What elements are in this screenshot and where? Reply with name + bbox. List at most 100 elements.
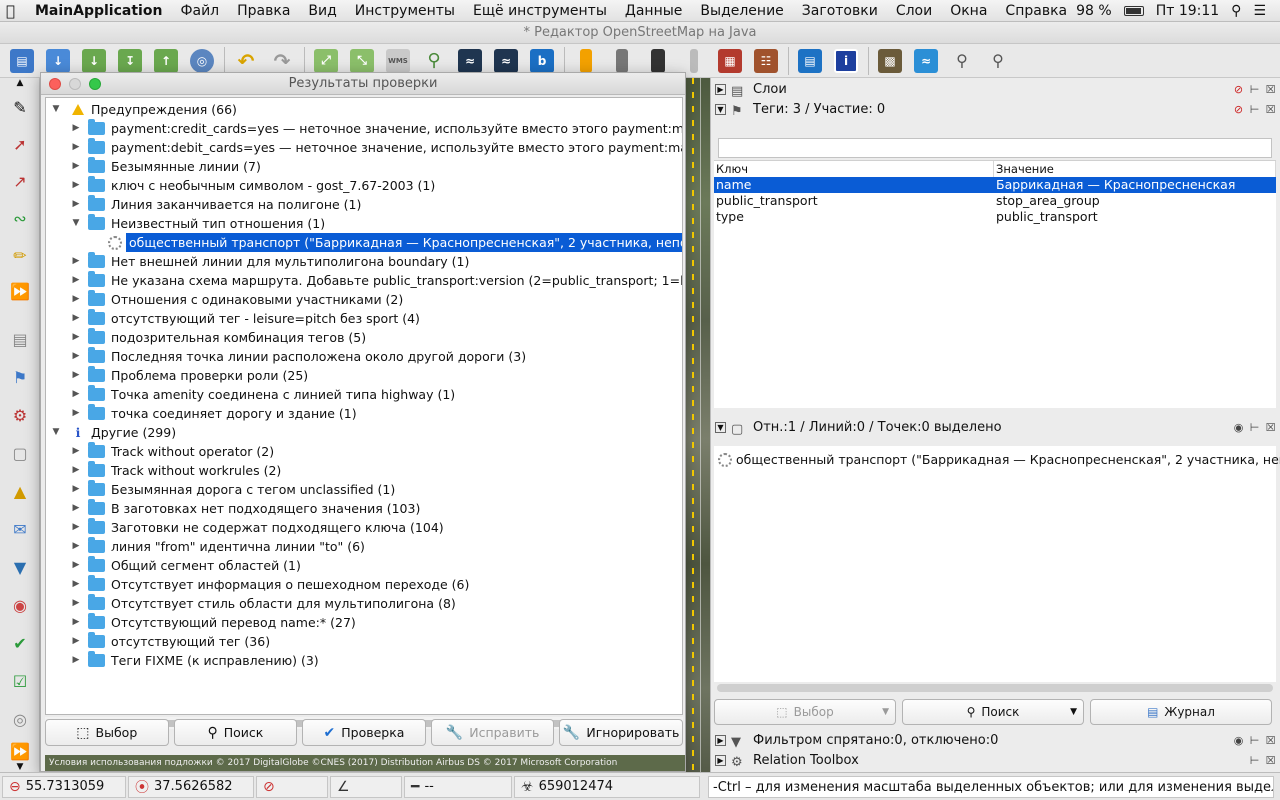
save-button[interactable]: ↓ xyxy=(42,46,74,76)
tree-item[interactable]: ▶ Нет внешней линии для мультиполигона bo… xyxy=(70,252,469,271)
zoom-to-data-button[interactable]: ⤢ xyxy=(310,46,342,76)
expand-icon[interactable]: ▶ xyxy=(70,404,82,423)
more-tools-icon[interactable]: ⏩ xyxy=(7,278,33,304)
checklist-toggle-icon[interactable]: ☑ xyxy=(7,668,33,694)
clock[interactable]: Пт 19:11 xyxy=(1156,3,1219,19)
menu-file[interactable]: Файл xyxy=(171,3,228,19)
expand-icon[interactable]: ▶ xyxy=(70,575,82,594)
pin-icon[interactable]: ⊢ xyxy=(1248,100,1261,120)
tags-toggle-icon[interactable]: ⚑ xyxy=(7,364,33,390)
filter-panel-title[interactable]: ▶ ▼ Фильтром спрятано:0, отключено:0 ◉ ⊢ ☒ xyxy=(711,731,1280,751)
tree-item-selected[interactable]: общественный транспорт ("Баррикадная — К… xyxy=(108,233,682,252)
preset-track-button[interactable] xyxy=(606,46,638,76)
select-button[interactable]: ⬚ Выбор xyxy=(45,719,169,746)
minimize-window-button[interactable] xyxy=(69,78,81,90)
layers-panel-title[interactable]: ▶ ▤ Слои ⊘ ⊢ ☒ xyxy=(711,80,1280,100)
search-button[interactable]: ⚲ xyxy=(418,46,450,76)
select-button[interactable]: ⬚ Выбор ▼ xyxy=(714,699,896,725)
disable-icon[interactable]: ⊘ xyxy=(1232,100,1245,120)
imagery-attribution[interactable]: Условия использования подложки © 2017 Di… xyxy=(45,755,685,771)
expand-icon[interactable]: ▶ xyxy=(70,442,82,461)
eye-icon[interactable]: ◉ xyxy=(1232,731,1245,751)
select-tool-icon[interactable]: ✎ xyxy=(7,94,33,120)
menu-presets[interactable]: Заготовки xyxy=(793,3,887,19)
fix-button[interactable]: 🔧 Исправить xyxy=(430,719,555,746)
tree-item[interactable]: ▶ отсутствующий тег - leisure=pitch без s… xyxy=(70,309,420,328)
improve-way-icon[interactable]: ↗ xyxy=(7,168,33,194)
battery-icon[interactable] xyxy=(1123,5,1144,16)
tree-item[interactable]: ▶ Безымянная дорога с тегом unclassified … xyxy=(70,480,395,499)
table-row[interactable]: name Баррикадная — Краснопресненская xyxy=(714,177,1276,193)
expand-icon[interactable]: ▶ xyxy=(70,290,82,309)
expand-icon[interactable]: ▶ xyxy=(70,499,82,518)
collapse-icon[interactable]: ▼ xyxy=(50,100,62,119)
table-row[interactable]: type public_transport xyxy=(714,209,1276,225)
tree-item[interactable]: ▼ Неизвестный тип отношения (1) xyxy=(70,214,325,233)
ignore-button[interactable]: 🔧 Игнорировать xyxy=(559,719,683,746)
tree-item[interactable]: ▶ Линия заканчивается на полигоне (1) xyxy=(70,195,361,214)
expand-icon[interactable]: ▶ xyxy=(715,755,726,766)
tree-item[interactable]: ▶ отсутствующий тег (36) xyxy=(70,632,270,651)
expand-icon[interactable]: ▶ xyxy=(70,537,82,556)
expand-icon[interactable]: ▶ xyxy=(715,84,726,95)
apple-icon[interactable]:  xyxy=(0,2,21,20)
dropdown-arrow-icon[interactable]: ▼ xyxy=(1070,707,1077,717)
preset-wall-button[interactable]: ▦ xyxy=(714,46,746,76)
tree-item[interactable]: ▶ Теги FIXME (к исправлению) (3) xyxy=(70,651,319,670)
preset-info-button[interactable]: i xyxy=(830,46,862,76)
validator-toggle-icon[interactable]: ✔ xyxy=(7,630,33,656)
notification-center-icon[interactable]: ☰ xyxy=(1253,3,1266,19)
expand-icon[interactable]: ▶ xyxy=(70,594,82,613)
close-window-button[interactable] xyxy=(49,78,61,90)
expand-icon[interactable]: ▶ xyxy=(70,556,82,575)
pin-icon[interactable]: ⊢ xyxy=(1248,731,1261,751)
map-paint-toggle-icon[interactable]: ◉ xyxy=(7,592,33,618)
dialog-title-bar[interactable]: Результаты проверки xyxy=(41,73,685,95)
relations-toggle-icon[interactable]: ⚙ xyxy=(7,402,33,428)
tree-item[interactable]: ▶ ключ с необычным символом - gost_7.67-2… xyxy=(70,176,435,195)
zoom-window-button[interactable] xyxy=(89,78,101,90)
expand-icon[interactable]: ▶ xyxy=(70,119,82,138)
collapse-icon[interactable]: ▼ xyxy=(70,214,82,233)
tree-item[interactable]: ▶ Безымянные линии (7) xyxy=(70,157,261,176)
expand-icon[interactable]: ▶ xyxy=(70,480,82,499)
relation-toolbox-title[interactable]: ▶ ⚙ Relation Toolbox ⊢ ☒ xyxy=(711,751,1280,771)
list-item[interactable]: общественный транспорт ("Баррикадная — К… xyxy=(718,450,1280,469)
messages-toggle-icon[interactable]: ✉ xyxy=(7,516,33,542)
expand-icon[interactable]: ▶ xyxy=(70,347,82,366)
preset-water-button[interactable]: ≈ xyxy=(910,46,942,76)
more-panels-icon[interactable]: ⏩ xyxy=(7,738,33,764)
pin-icon[interactable]: ⊢ xyxy=(1248,80,1261,100)
tree-item[interactable]: ▶ payment:debit_cards=yes — неточное знач… xyxy=(70,138,682,157)
close-icon[interactable]: ☒ xyxy=(1264,80,1277,100)
menu-data[interactable]: Данные xyxy=(616,3,692,19)
expand-icon[interactable]: ▶ xyxy=(70,461,82,480)
expand-icon[interactable]: ▶ xyxy=(70,252,82,271)
menu-more-tools[interactable]: Ещё инструменты xyxy=(464,3,616,19)
scroll-up-icon[interactable]: ▲ xyxy=(7,78,33,88)
expand-icon[interactable]: ▶ xyxy=(70,271,82,290)
spotlight-icon[interactable]: ⚲ xyxy=(1231,3,1241,19)
history-button[interactable]: ▤ Журнал xyxy=(1090,699,1272,725)
tree-group-warnings[interactable]: ▼ Предупреждения (66) xyxy=(50,100,237,119)
close-icon[interactable]: ☒ xyxy=(1264,100,1277,120)
validate-button[interactable]: ✔ Проверка xyxy=(302,719,426,746)
selection-horizontal-scrollbar[interactable] xyxy=(717,684,1273,692)
undo-button[interactable]: ↶ xyxy=(230,46,262,76)
pin-icon[interactable]: ⊢ xyxy=(1248,418,1261,438)
tree-item[interactable]: ▶ линия "from" идентична линии "to" (6) xyxy=(70,537,365,556)
tree-item[interactable]: ▶ Точка amenity соединена с линией типа h… xyxy=(70,385,455,404)
collapse-icon[interactable]: ▼ xyxy=(715,422,726,433)
preset-industrial-button[interactable]: ▩ xyxy=(874,46,906,76)
parallel-tool-icon[interactable]: ∾ xyxy=(7,205,33,231)
preset-railway-button[interactable]: ☷ xyxy=(750,46,782,76)
expand-icon[interactable]: ▶ xyxy=(70,176,82,195)
expand-icon[interactable]: ▶ xyxy=(715,735,726,746)
preset-path-button[interactable] xyxy=(678,46,710,76)
preset-hotel-button[interactable]: ▤ xyxy=(794,46,826,76)
preset-road-button[interactable] xyxy=(570,46,602,76)
preset-highway-button[interactable] xyxy=(642,46,674,76)
tree-item[interactable]: ▶ Заготовки не содержат подходящего ключа… xyxy=(70,518,444,537)
menu-help[interactable]: Справка xyxy=(996,3,1076,19)
expand-icon[interactable]: ▶ xyxy=(70,613,82,632)
